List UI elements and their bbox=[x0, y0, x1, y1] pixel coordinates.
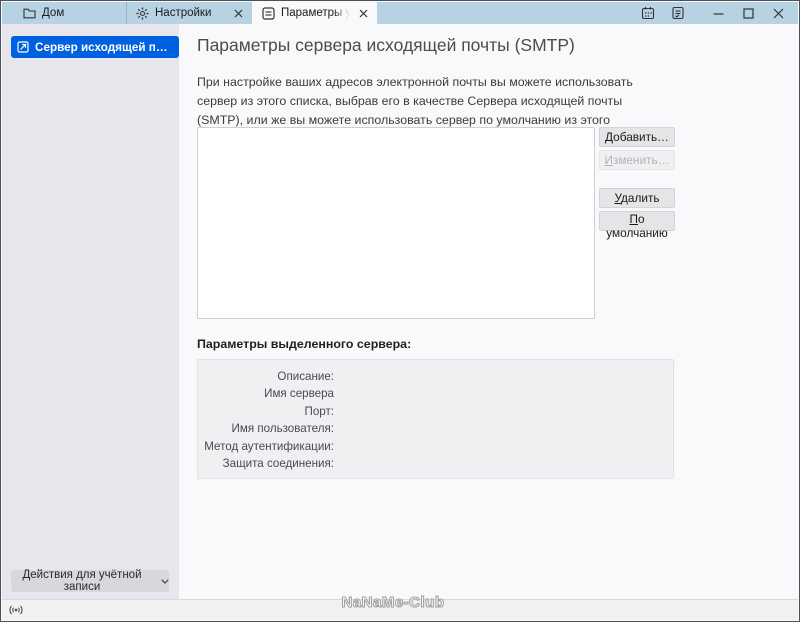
outgoing-server-icon bbox=[17, 41, 29, 53]
app-window: Дом Настройки bbox=[0, 0, 800, 622]
tab-home[interactable]: Дом bbox=[2, 2, 127, 24]
titlebar-tray bbox=[639, 2, 798, 24]
calendar-icon[interactable] bbox=[639, 5, 656, 22]
detail-row: Защита соединения: bbox=[198, 455, 673, 472]
remove-server-button[interactable]: Удалить bbox=[599, 188, 675, 208]
detail-row: Имя сервера bbox=[198, 385, 673, 402]
account-actions-label: Действия для учётной записи bbox=[11, 569, 153, 593]
tab-home-label: Дом bbox=[42, 7, 126, 19]
add-server-button[interactable]: Добавить… bbox=[599, 127, 675, 147]
tab-account-settings-label: Параметры учётной записи bbox=[281, 7, 350, 19]
description-label: Описание: bbox=[198, 368, 334, 385]
sidebar-item-label: Сервер исходящей почты (SMTP) bbox=[35, 41, 173, 54]
account-settings-icon bbox=[262, 7, 275, 20]
broadcast-icon[interactable] bbox=[8, 604, 24, 616]
folder-icon bbox=[23, 7, 36, 19]
server-list-buttons: Добавить… Изменить… Удалить По умолчанию bbox=[599, 127, 675, 231]
tab-settings-label: Настройки bbox=[155, 7, 225, 19]
set-default-server-button[interactable]: По умолчанию bbox=[599, 211, 675, 231]
chevron-down-icon bbox=[161, 579, 169, 584]
tab-bar: Дом Настройки bbox=[2, 2, 798, 24]
smtp-settings-pane: Параметры сервера исходящей почты (SMTP)… bbox=[179, 24, 798, 599]
smtp-server-list[interactable] bbox=[197, 127, 595, 319]
tab-account-settings[interactable]: Параметры учётной записи bbox=[252, 2, 377, 24]
server-name-label: Имя сервера bbox=[198, 385, 334, 402]
account-actions-button[interactable]: Действия для учётной записи bbox=[11, 570, 169, 592]
selected-server-header: Параметры выделенного сервера: bbox=[197, 337, 411, 351]
auth-method-label: Метод аутентификации: bbox=[198, 438, 334, 455]
port-label: Порт: bbox=[198, 403, 334, 420]
window-controls bbox=[711, 6, 786, 21]
username-label: Имя пользователя: bbox=[198, 420, 334, 437]
close-tab-icon[interactable] bbox=[356, 6, 370, 20]
label-fade bbox=[334, 7, 350, 19]
close-tab-icon[interactable] bbox=[231, 6, 245, 20]
page-title: Параметры сервера исходящей почты (SMTP) bbox=[197, 35, 575, 56]
detail-row: Описание: bbox=[198, 368, 673, 385]
edit-server-button[interactable]: Изменить… bbox=[599, 150, 675, 170]
minimize-icon[interactable] bbox=[711, 6, 726, 21]
detail-row: Метод аутентификации: bbox=[198, 438, 673, 455]
tab-settings[interactable]: Настройки bbox=[127, 2, 252, 24]
detail-row: Имя пользователя: bbox=[198, 420, 673, 437]
tasks-icon[interactable] bbox=[669, 5, 686, 22]
watermark: NaNaMe-Club bbox=[341, 594, 444, 611]
connection-security-label: Защита соединения: bbox=[198, 455, 334, 472]
sidebar-item-outgoing-server[interactable]: Сервер исходящей почты (SMTP) bbox=[11, 36, 179, 58]
close-window-icon[interactable] bbox=[771, 6, 786, 21]
gear-icon bbox=[136, 7, 149, 20]
maximize-icon[interactable] bbox=[741, 6, 756, 21]
settings-sidebar: Сервер исходящей почты (SMTP) Действия д… bbox=[2, 24, 179, 601]
detail-row: Порт: bbox=[198, 403, 673, 420]
selected-server-details: Описание: Имя сервера Порт: Имя пользова… bbox=[197, 359, 674, 479]
